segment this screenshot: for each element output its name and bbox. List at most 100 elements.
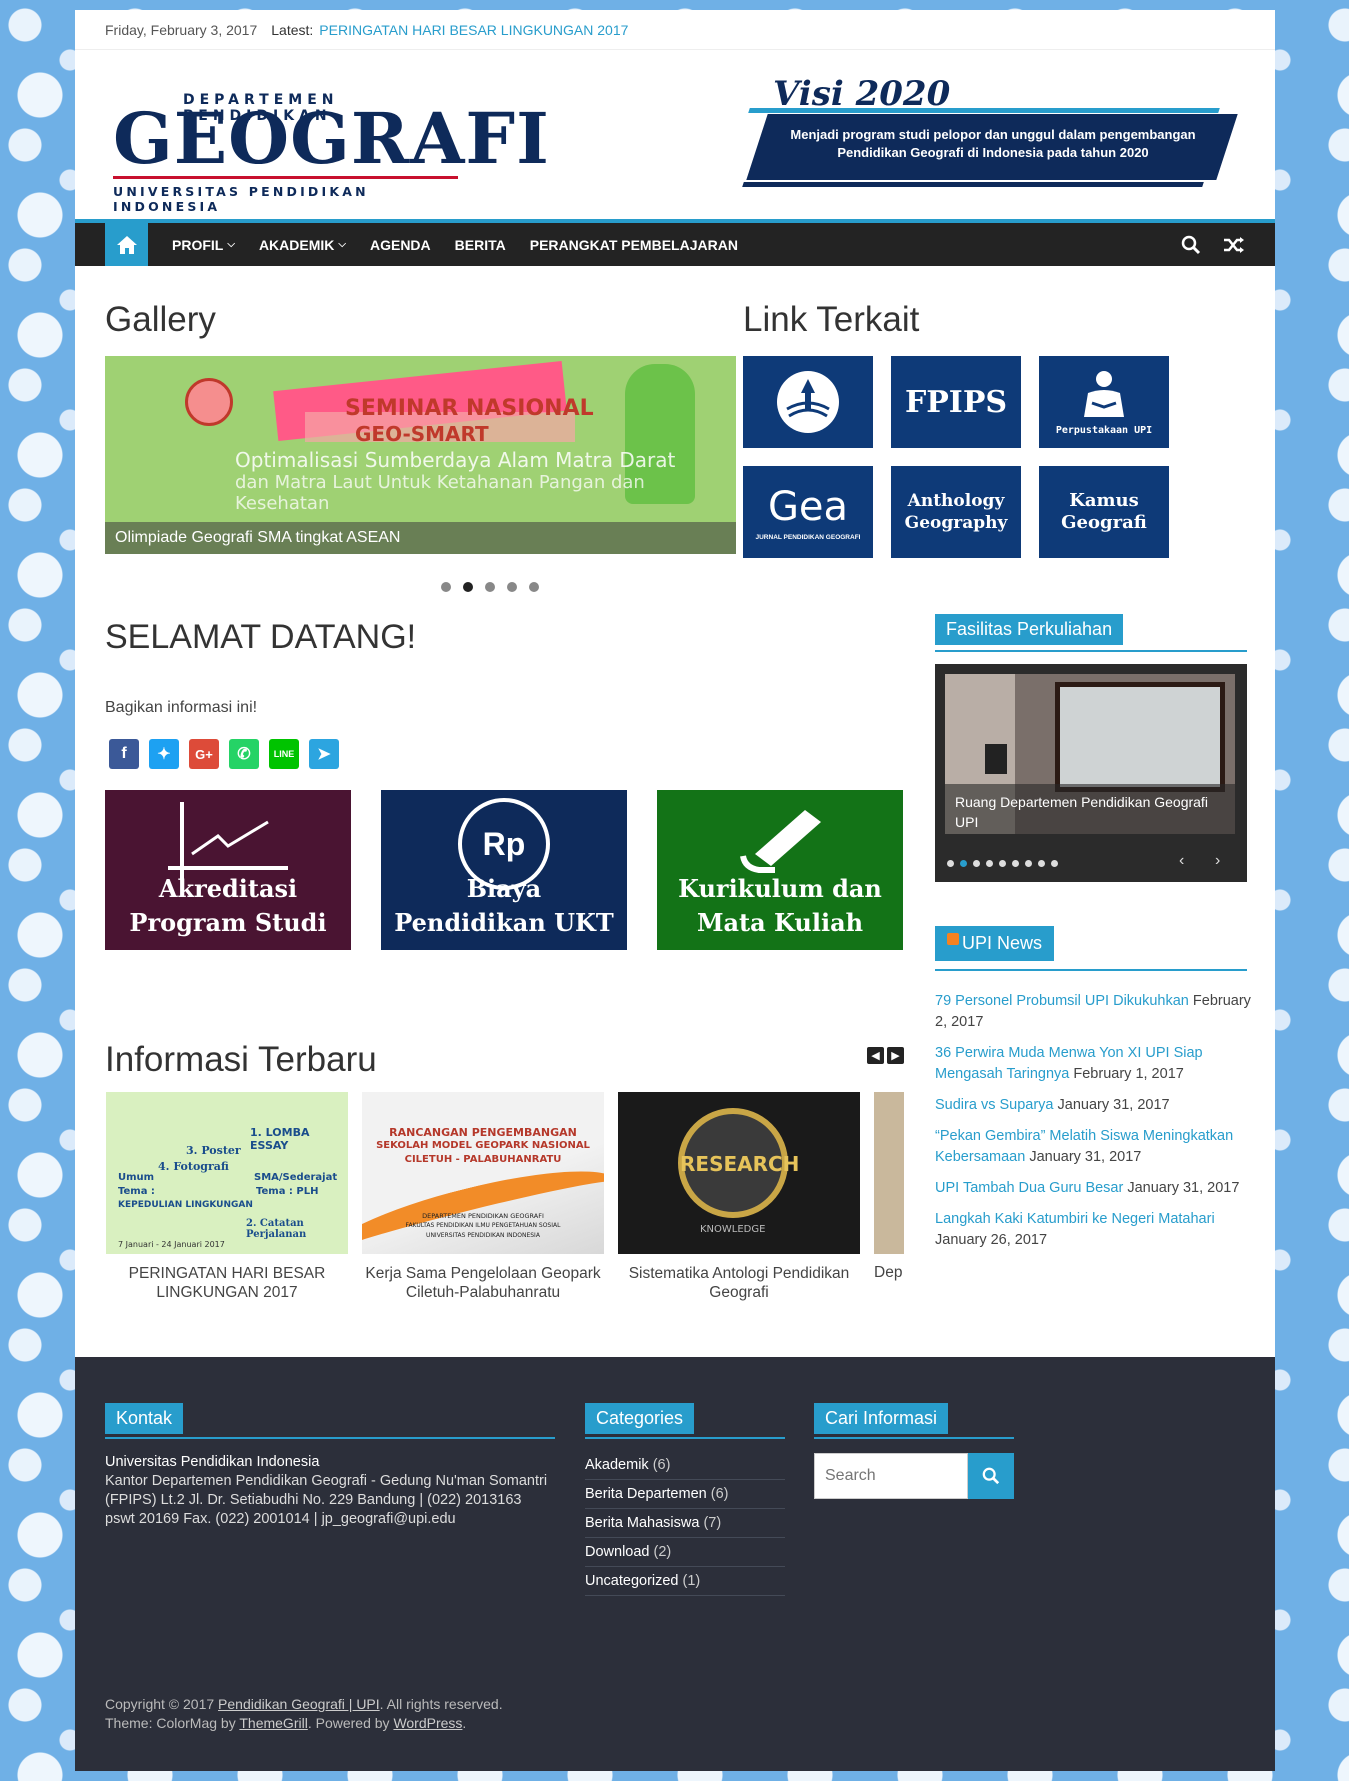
latest-news-link[interactable]: PERINGATAN HARI BESAR LINGKUNGAN 2017 <box>319 22 628 38</box>
next-arrow-icon[interactable]: ▶ <box>887 1047 904 1064</box>
themegrill-link[interactable]: ThemeGrill <box>239 1715 307 1731</box>
thumb-text: 7 Januari - 24 Januari 2017 <box>118 1240 225 1249</box>
post-card[interactable]: RESEARCH KNOWLEDGE Sistematika Antologi … <box>618 1092 860 1302</box>
news-link[interactable]: UPI Tambah Dua Guru Besar <box>935 1180 1123 1196</box>
link-tile-perpustakaan[interactable]: Perpustakaan UPI <box>1039 356 1169 448</box>
card-line-2: Mata Kuliah <box>696 908 864 937</box>
category-item[interactable]: Berita Departemen (6) <box>585 1480 785 1509</box>
home-button[interactable] <box>105 223 148 266</box>
pager-dot[interactable] <box>1012 860 1019 867</box>
pager-dot[interactable] <box>999 860 1006 867</box>
logo-divider <box>113 176 458 179</box>
biaya-ukt-card[interactable]: Rp Biaya Pendidikan UKT <box>381 790 627 950</box>
chevron-left-icon[interactable]: ‹ <box>1179 852 1184 870</box>
link-tile-gea[interactable]: Gea JURNAL PENDIDIKAN GEOGRAFI <box>743 466 873 558</box>
visi-title: Visi 2020 <box>773 74 951 114</box>
category-item[interactable]: Uncategorized (1) <box>585 1567 785 1596</box>
chevron-right-icon[interactable]: › <box>1215 852 1220 870</box>
search-icon[interactable] <box>1181 235 1201 255</box>
book-icon <box>740 810 821 873</box>
post-card[interactable]: RANCANGAN PENGEMBANGAN SEKOLAH MODEL GEO… <box>362 1092 604 1302</box>
post-card-partial[interactable]: Dep <box>874 1092 904 1292</box>
asean-emblem <box>185 378 233 426</box>
search-input[interactable] <box>814 1453 968 1499</box>
telegram-icon[interactable]: ➤ <box>309 739 339 769</box>
news-link[interactable]: Sudira vs Suparya <box>935 1097 1053 1113</box>
post-thumbnail[interactable]: RANCANGAN PENGEMBANGAN SEKOLAH MODEL GEO… <box>362 1092 604 1254</box>
link-tile-anthology[interactable]: Anthology Geography <box>891 466 1021 558</box>
post-card[interactable]: 1. LOMBA ESSAY 3. Poster 4. Fotografi SM… <box>106 1092 348 1302</box>
post-thumbnail[interactable]: 1. LOMBA ESSAY 3. Poster 4. Fotografi SM… <box>106 1092 348 1254</box>
link-tile-fpips[interactable]: FPIPS <box>891 356 1021 448</box>
visi-banner: Visi 2020 Menjadi program studi pelopor … <box>742 74 1243 194</box>
pager-dot-active[interactable] <box>463 582 473 592</box>
post-thumbnail[interactable]: RESEARCH KNOWLEDGE <box>618 1092 860 1254</box>
tile-sub-label: JURNAL PENDIDIKAN GEOGRAFI <box>755 533 861 541</box>
news-item: UPI Tambah Dua Guru Besar January 31, 20… <box>935 1178 1255 1199</box>
post-thumbnail[interactable] <box>874 1092 904 1254</box>
pager-dot[interactable] <box>986 860 993 867</box>
tile-label: Anthology Geography <box>904 491 1008 533</box>
wordpress-link[interactable]: WordPress <box>393 1715 462 1731</box>
kontak-name: Universitas Pendidikan Indonesia <box>105 1454 320 1470</box>
whatsapp-icon[interactable]: ✆ <box>229 739 259 769</box>
post-title[interactable]: Sistematika Antologi Pendidikan Geografi <box>618 1264 860 1302</box>
upi-logo-icon <box>777 371 839 433</box>
latest-label: Latest: <box>271 21 314 38</box>
rupiah-icon: Rp <box>458 798 550 890</box>
gallery-slide[interactable]: SEMINAR NASIONAL GEO-SMART Optimalisasi … <box>105 356 736 554</box>
random-post-icon[interactable] <box>1223 236 1245 254</box>
pager-dot-active[interactable] <box>960 860 967 867</box>
thumb-text: KNOWLEDGE <box>700 1224 766 1235</box>
pager-dot[interactable] <box>529 582 539 592</box>
slide-text-2: GEO-SMART <box>355 422 489 446</box>
prev-arrow-icon[interactable]: ◀ <box>867 1047 884 1064</box>
news-link[interactable]: Langkah Kaki Katumbiri ke Negeri Matahar… <box>935 1211 1215 1227</box>
site-logo[interactable]: DEPARTEMEN PENDIDIKAN GEOGRAFI UNIVERSIT… <box>113 88 549 214</box>
category-item[interactable]: Berita Mahasiswa (7) <box>585 1509 785 1538</box>
thumb-text: 1. LOMBA ESSAY <box>250 1126 310 1152</box>
link-tile-upi[interactable] <box>743 356 873 448</box>
news-date: January 31, 2017 <box>1127 1180 1240 1196</box>
category-item[interactable]: Download (2) <box>585 1538 785 1567</box>
widget-underline <box>105 1437 555 1439</box>
pager-dot[interactable] <box>1038 860 1045 867</box>
site-link[interactable]: Pendidikan Geografi | UPI <box>218 1696 380 1712</box>
chart-growth-icon <box>168 802 288 880</box>
widget-underline <box>585 1437 785 1439</box>
news-link[interactable]: 79 Personel Probumsil UPI Dikukuhkan <box>935 993 1189 1009</box>
google-plus-icon[interactable]: G+ <box>189 739 219 769</box>
nav-tools <box>1181 223 1245 266</box>
post-title[interactable]: PERINGATAN HARI BESAR LINGKUNGAN 2017 <box>106 1264 348 1302</box>
widget-underline <box>935 969 1247 971</box>
nav-item-agenda[interactable]: AGENDA <box>370 237 431 253</box>
pager-dot[interactable] <box>1025 860 1032 867</box>
nav-item-akademik[interactable]: AKADEMIK ⌵ <box>259 237 346 253</box>
post-title[interactable]: Dep <box>874 1264 904 1282</box>
credit-text: . <box>462 1715 467 1731</box>
twitter-icon[interactable]: ✦ <box>149 739 179 769</box>
nav-item-perangkat-pembelajaran[interactable]: PERANGKAT PEMBELAJARAN <box>530 237 738 253</box>
pager-dot[interactable] <box>441 582 451 592</box>
pager-dot[interactable] <box>485 582 495 592</box>
rss-icon[interactable] <box>947 933 959 945</box>
fasilitas-slider[interactable]: Ruang Departemen Pendidikan Geografi UPI… <box>935 664 1247 882</box>
post-title[interactable]: Kerja Sama Pengelolaan Geopark Ciletuh-P… <box>362 1264 604 1302</box>
pager-dot[interactable] <box>507 582 517 592</box>
link-tile-kamus[interactable]: Kamus Geografi <box>1039 466 1169 558</box>
pager-dot[interactable] <box>1051 860 1058 867</box>
news-item: 36 Perwira Muda Menwa Yon XI UPI Siap Me… <box>935 1043 1255 1085</box>
facebook-icon[interactable]: f <box>109 739 139 769</box>
nav-item-berita[interactable]: BERITA <box>455 237 506 253</box>
kurikulum-card[interactable]: Kurikulum dan Mata Kuliah <box>657 790 903 950</box>
category-item[interactable]: Akademik (6) <box>585 1451 785 1480</box>
line-icon[interactable]: LINE <box>269 739 299 769</box>
search-button[interactable] <box>968 1453 1014 1499</box>
nav-item-profil[interactable]: PROFIL ⌵ <box>172 237 235 253</box>
akreditasi-card[interactable]: Akreditasi Program Studi <box>105 790 351 950</box>
tile-sub-label: Perpustakaan UPI <box>1055 424 1153 436</box>
pager-dot[interactable] <box>947 860 954 867</box>
pager-dot[interactable] <box>973 860 980 867</box>
category-name: Akademik <box>585 1457 649 1473</box>
copyright-text: Copyright © 2017 <box>105 1696 219 1712</box>
